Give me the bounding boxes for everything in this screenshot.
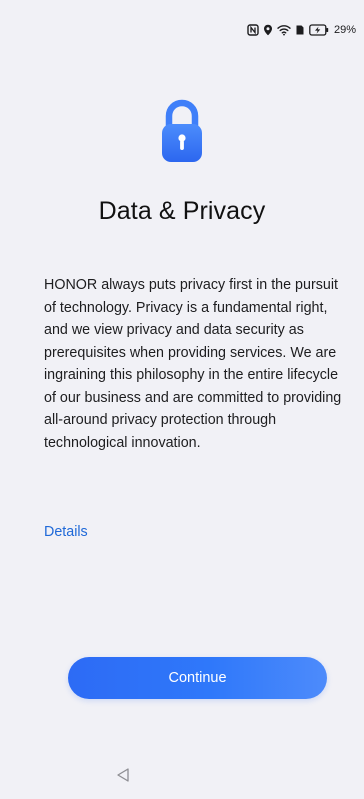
sim-icon [295,24,305,36]
battery-charging-icon [309,24,329,36]
status-bar: 29% [247,22,356,38]
lock-icon-container [0,97,364,168]
back-triangle-icon[interactable] [116,767,130,788]
nfc-icon [247,24,259,36]
lock-icon [161,97,203,168]
page-title: Data & Privacy [98,197,266,225]
location-icon [263,24,273,36]
privacy-screen: 29% Data & Privacy HONOR always puts pri… [0,0,364,799]
privacy-statement: HONOR always puts privacy first in the p… [44,277,342,451]
wifi-icon [277,24,291,36]
battery-percentage: 29% [333,24,356,36]
details-link[interactable]: Details [44,524,88,540]
continue-button[interactable]: Continue [68,657,327,699]
